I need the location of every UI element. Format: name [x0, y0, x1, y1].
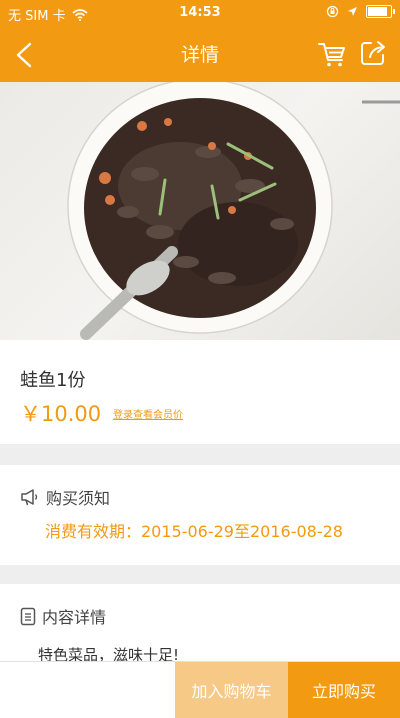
product-info-card: 蛙鱼1份 ￥10.00 登录查看会员价: [0, 340, 400, 444]
battery-icon: [366, 5, 395, 18]
orientation-lock-icon: [326, 5, 339, 18]
bottom-action-bar: 加入购物车 立即购买: [0, 661, 400, 718]
product-photo: [0, 82, 400, 340]
app-header: 无 SIM 卡 14:53 详情: [0, 0, 400, 82]
status-bar: 无 SIM 卡 14:53: [0, 0, 400, 26]
content-detail-header: 内容详情: [20, 604, 106, 628]
cart-icon[interactable]: [316, 38, 348, 70]
document-icon: [20, 607, 36, 625]
food-image: [67, 82, 400, 340]
megaphone-icon: [21, 489, 38, 506]
add-to-cart-button[interactable]: 加入购物车: [175, 662, 288, 718]
product-price: ￥10.00: [20, 402, 102, 426]
buy-now-button[interactable]: 立即购买: [288, 662, 400, 718]
member-price-link[interactable]: 登录查看会员价: [113, 406, 183, 421]
purchase-notice-card: 购买须知 消费有效期：2015-06-29至2016-08-28: [0, 465, 400, 565]
content-detail-title: 内容详情: [42, 608, 107, 627]
purchase-notice-title: 购买须知: [46, 489, 111, 508]
share-icon[interactable]: [358, 38, 388, 68]
location-icon: [348, 7, 357, 16]
validity-period: 消费有效期：2015-06-29至2016-08-28: [45, 522, 343, 541]
product-name: 蛙鱼1份: [20, 370, 86, 391]
nav-bar: 详情: [0, 26, 400, 82]
purchase-notice-header: 购买须知: [20, 485, 110, 509]
